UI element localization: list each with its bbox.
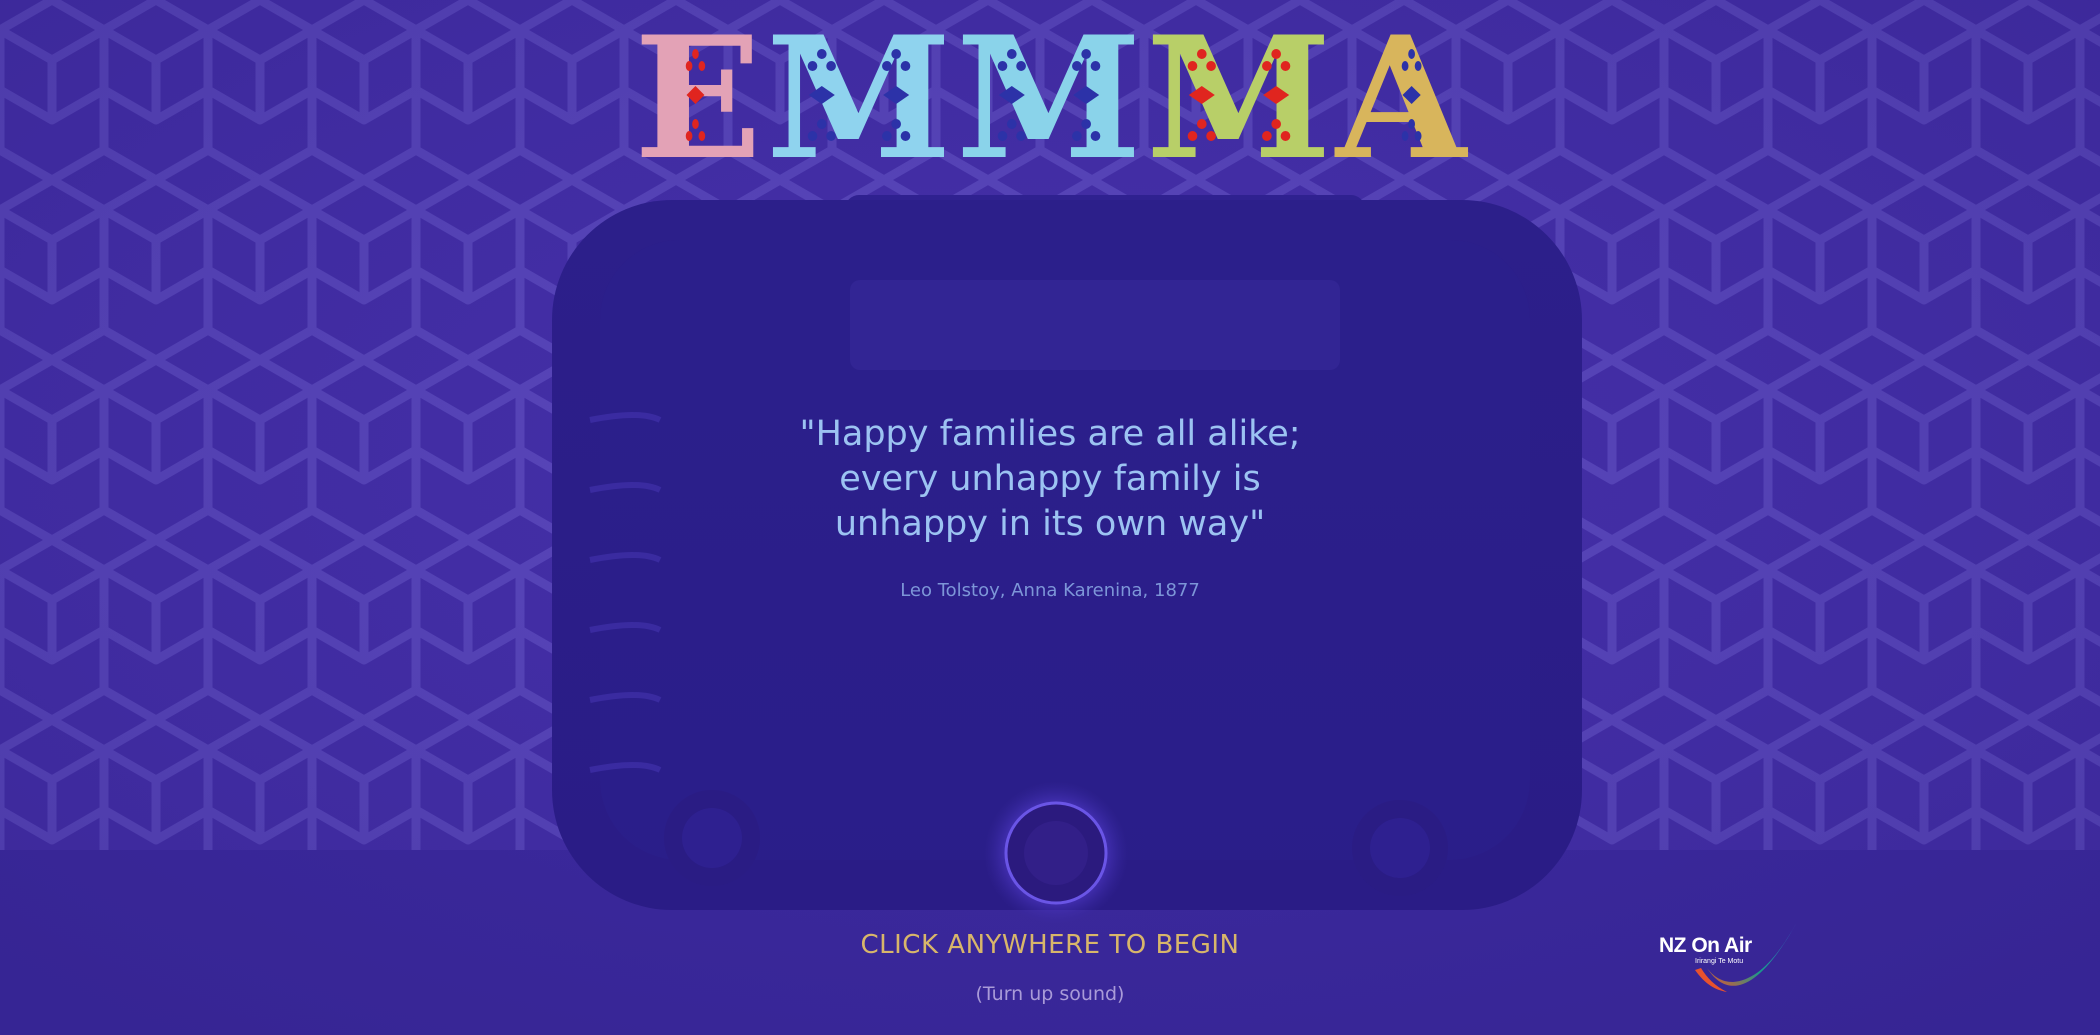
quote-line: every unhappy family is [839, 459, 1261, 499]
title-letter: M [1146, 14, 1332, 182]
quote-line: unhappy in its own way" [834, 504, 1266, 544]
logo-subtitle: Irirangi Te Motu [1695, 958, 1744, 965]
title-letter-char: E [633, 0, 762, 197]
title-letter: M [956, 14, 1142, 182]
logo-name: NZ On Air [1659, 934, 1752, 957]
quote-attribution: Leo Tolstoy, Anna Karenina, 1877 [900, 580, 1200, 601]
title-letter: E [634, 14, 762, 182]
title-letter: M [766, 14, 952, 182]
begin-button[interactable]: CLICK ANYWHERE TO BEGIN [650, 928, 1450, 962]
title-letter-char: M [1145, 0, 1332, 197]
title-letter: A [1336, 14, 1466, 182]
title-letter-char: A [1335, 0, 1467, 197]
title-letter-char: M [955, 0, 1142, 197]
quote: "Happy families are all alike; every unh… [700, 412, 1400, 547]
title-letter-char: M [765, 0, 952, 197]
sound-hint: (Turn up sound) [975, 983, 1125, 1005]
emma-title: EMMMA [634, 14, 1466, 182]
quote-line: "Happy families are all alike; [799, 414, 1301, 454]
nz-on-air-logo[interactable]: NZ On Air Irirangi Te Motu [1655, 918, 1805, 1004]
